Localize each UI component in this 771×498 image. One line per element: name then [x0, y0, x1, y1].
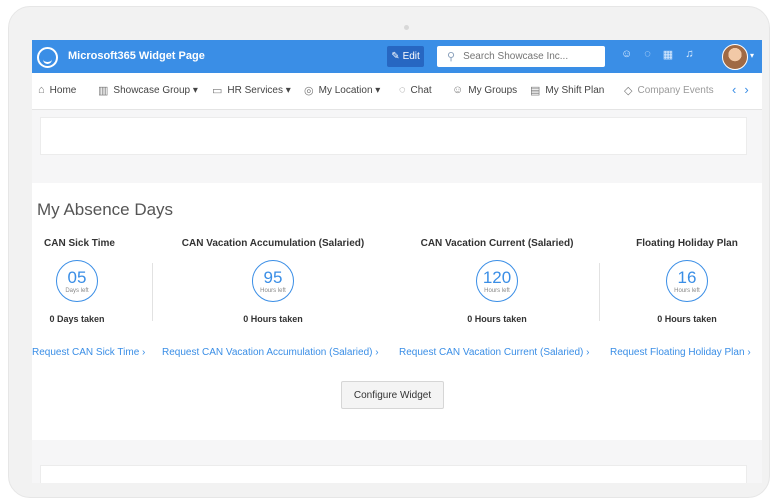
nav-item-hr-services[interactable]: ▭ HR Services ▾	[212, 84, 291, 97]
nav-item-label: Showcase Group ▾	[113, 85, 198, 96]
taken-value: 0 Hours taken	[657, 314, 717, 324]
section-title: My Absence Days	[37, 200, 174, 219]
chevron-right-icon: ›	[142, 347, 146, 358]
app-screen: Microsoft365 Widget Page ✎ Edit ⚲ ☺ ◌ ▦ …	[32, 40, 762, 483]
nav-item-my-groups[interactable]: ☺ My Groups	[452, 84, 517, 96]
absence-card-vacation-current: CAN Vacation Current (Salaried) 120 Hour…	[412, 238, 582, 324]
nav-item-label: Company Events	[637, 85, 714, 96]
remaining-value: 95	[263, 267, 283, 287]
app-logo-icon[interactable]	[37, 47, 58, 68]
remaining-circle: 120 Hours left	[476, 260, 518, 302]
request-link-floating-holiday[interactable]: Request Floating Holiday Plan ›	[610, 347, 751, 358]
nav-item-label: Home	[49, 84, 77, 96]
nav-item-showcase-group[interactable]: ▥ Showcase Group ▾	[98, 84, 198, 97]
folder-icon: ▭	[212, 85, 223, 97]
remaining-unit: Hours left	[674, 287, 700, 294]
calendar-icon: ▤	[530, 85, 541, 97]
chevron-left-icon[interactable]: ‹	[732, 82, 744, 97]
camera-dot	[404, 25, 409, 30]
remaining-circle: 16 Hours left	[666, 260, 708, 302]
search-box[interactable]: ⚲	[437, 46, 605, 67]
remaining-value: 120	[482, 267, 512, 287]
nav-item-home[interactable]: ⌂ Home	[38, 84, 76, 96]
top-bar: Microsoft365 Widget Page ✎ Edit ⚲ ☺ ◌ ▦ …	[32, 40, 762, 73]
main-nav: ⌂ Home ▥ Showcase Group ▾ ▭ HR Services …	[32, 73, 762, 110]
search-icon: ⚲	[447, 51, 456, 63]
remaining-unit: Hours left	[260, 287, 286, 294]
taken-value: 0 Days taken	[49, 314, 105, 324]
nav-item-label: Chat	[410, 84, 432, 96]
configure-widget-button[interactable]: Configure Widget	[341, 381, 444, 409]
taken-value: 0 Hours taken	[467, 314, 527, 324]
absence-card-title: CAN Sick Time	[44, 238, 115, 249]
home-icon: ⌂	[38, 84, 45, 96]
people-icon[interactable]: ☺	[621, 48, 632, 61]
nav-item-chat[interactable]: ◌ Chat	[399, 84, 432, 96]
tag-icon: ◇	[624, 85, 633, 97]
building-icon: ▥	[98, 85, 109, 97]
remaining-unit: Hours left	[484, 287, 510, 294]
nav-item-label: My Location ▾	[318, 85, 381, 96]
remaining-circle: 95 Hours left	[252, 260, 294, 302]
apps-grid-icon[interactable]: ▦	[663, 48, 673, 61]
taken-value: 0 Hours taken	[243, 314, 303, 324]
remaining-circle: 05 Days left	[56, 260, 98, 302]
request-link-label: Request CAN Vacation Accumulation (Salar…	[162, 347, 373, 358]
request-link-sick-time[interactable]: Request CAN Sick Time ›	[32, 347, 145, 358]
remaining-value: 16	[677, 267, 697, 287]
nav-item-label: My Groups	[468, 84, 518, 96]
request-link-vacation-accumulation[interactable]: Request CAN Vacation Accumulation (Salar…	[162, 347, 379, 358]
divider	[599, 263, 600, 321]
avatar[interactable]	[722, 44, 748, 70]
search-input[interactable]	[461, 50, 596, 63]
nav-item-label: My Shift Plan	[545, 85, 605, 96]
location-icon: ◎	[304, 85, 314, 97]
absence-card-vacation-accumulation: CAN Vacation Accumulation (Salaried) 95 …	[178, 238, 368, 324]
edit-icon: ✎	[391, 51, 400, 62]
chat-icon[interactable]: ◌	[644, 48, 651, 61]
nav-item-company-events[interactable]: ◇ Company Events	[624, 84, 714, 97]
groups-icon: ☺	[452, 84, 464, 96]
request-link-label: Request CAN Sick Time	[32, 347, 140, 358]
chat-icon: ◌	[399, 84, 406, 96]
chevron-right-icon: ›	[586, 347, 590, 358]
divider	[152, 263, 153, 321]
nav-item-my-shift-plan[interactable]: ▤ My Shift Plan	[530, 84, 604, 97]
edit-button[interactable]: ✎ Edit	[387, 46, 424, 67]
nav-scroll-arrows: ‹›	[732, 82, 757, 97]
request-link-vacation-current[interactable]: Request CAN Vacation Current (Salaried) …	[399, 347, 589, 358]
absence-card-floating-holiday: Floating Holiday Plan 16 Hours left 0 Ho…	[632, 238, 742, 324]
chevron-down-icon[interactable]: ▾	[750, 51, 754, 60]
absence-card-title: CAN Vacation Accumulation (Salaried)	[181, 238, 365, 249]
nav-item-label: HR Services ▾	[227, 85, 291, 96]
request-link-label: Request Floating Holiday Plan	[610, 347, 745, 358]
request-link-label: Request CAN Vacation Current (Salaried)	[399, 347, 584, 358]
absence-card-title: CAN Vacation Current (Salaried)	[420, 238, 574, 249]
chevron-right-icon: ›	[747, 347, 751, 358]
absence-card-sick-time: CAN Sick Time 05 Days left 0 Days taken	[44, 238, 115, 324]
remaining-value: 05	[67, 267, 87, 287]
bottom-widget-panel	[40, 465, 747, 483]
absence-widget: My Absence Days CAN Sick Time 05 Days le…	[32, 183, 762, 440]
app-title: Microsoft365 Widget Page	[68, 50, 205, 62]
absence-card-title: Floating Holiday Plan	[636, 238, 738, 249]
remaining-unit: Days left	[65, 287, 89, 294]
top-icons: ☺ ◌ ▦ ♫	[621, 48, 693, 61]
bell-icon[interactable]: ♫	[685, 48, 693, 61]
chevron-right-icon: ›	[375, 347, 379, 358]
chevron-right-icon[interactable]: ›	[744, 82, 756, 97]
edit-label: Edit	[402, 51, 420, 62]
nav-item-my-location[interactable]: ◎ My Location ▾	[304, 84, 380, 97]
top-widget-panel	[40, 117, 747, 155]
